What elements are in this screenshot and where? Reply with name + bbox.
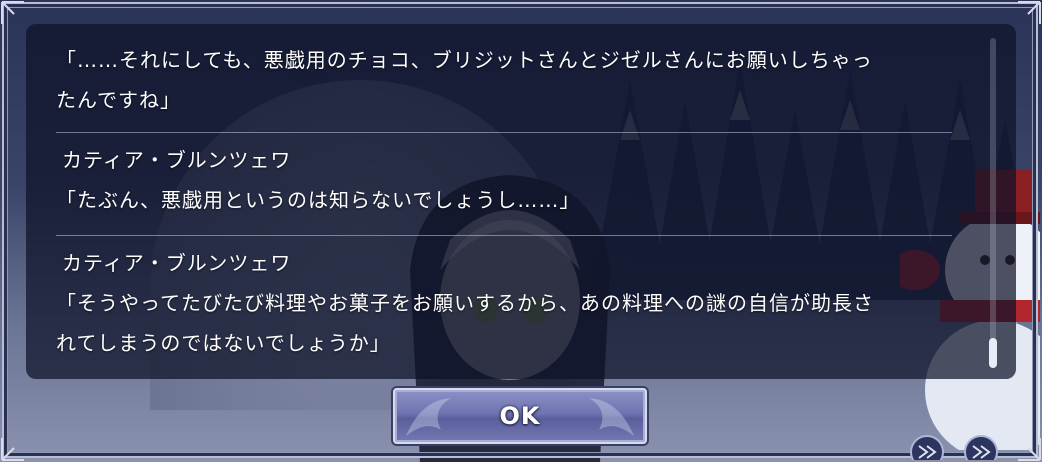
speaker-name: カティア・ブルンツェワ <box>62 148 292 172</box>
log-line: 「たぶん、悪戯用というのは知らないでしょうし……」 <box>56 188 581 212</box>
log-line: たんですね」 <box>56 88 181 112</box>
frame-corner-ornament-icon <box>1 438 24 461</box>
log-scrollbar-track[interactable] <box>990 38 996 368</box>
log-line: れてしまうのではないでしょうか」 <box>56 331 391 355</box>
log-line: 「……それにしても、悪戯用のチョコ、ブリジットさんとジゼルさんにお願いしちゃっ <box>56 48 873 72</box>
log-divider <box>56 235 952 236</box>
dialog-log-panel[interactable]: 「……それにしても、悪戯用のチョコ、ブリジットさんとジゼルさんにお願いしちゃっ … <box>26 24 1016 379</box>
log-scrollbar-thumb[interactable] <box>989 338 997 368</box>
log-divider <box>56 132 952 133</box>
frame-corner-ornament-icon <box>1018 1 1041 24</box>
button-ornament-icon <box>589 398 634 436</box>
log-line: 「そうやってたびたび料理やお菓子をお願いするから、あの料理への謎の自信が助長さ <box>56 291 874 315</box>
log-entry: カティア・ブルンツェワ 「たぶん、悪戯用というのは知らないでしょうし……」 <box>56 140 956 220</box>
log-entry: 「……それにしても、悪戯用のチョコ、ブリジットさんとジゼルさんにお願いしちゃっ … <box>56 40 956 120</box>
ok-button-label: OK <box>499 402 541 430</box>
speaker-name: カティア・ブルンツェワ <box>62 251 292 275</box>
ok-button[interactable]: OK <box>393 388 647 444</box>
button-ornament-icon <box>406 398 451 436</box>
auto-skip-controls <box>910 435 998 460</box>
log-entry: カティア・ブルンツェワ 「そうやってたびたび料理やお菓子をお願いするから、あの料… <box>56 243 956 363</box>
frame-corner-ornament-icon <box>1 1 24 24</box>
